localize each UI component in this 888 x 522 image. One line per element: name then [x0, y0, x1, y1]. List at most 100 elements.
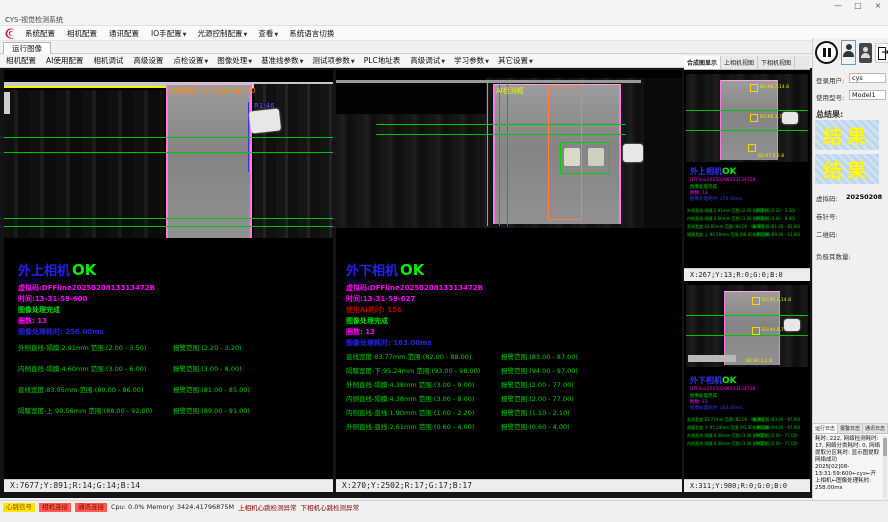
- measurement-text: 隔膜宽度-下:95.24mm 范围:(93.00 - 98.00): [346, 365, 480, 375]
- tab-strip: 运行图像: [0, 41, 888, 54]
- tool-other-settings[interactable]: 其它设置▼: [498, 55, 533, 66]
- mini-upper-camera-image[interactable]: B2:98.7,14.8 B2:98.3,7.1 B2:97.6,2.8: [686, 74, 808, 162]
- green-measure-line: [686, 315, 808, 316]
- mini-measurement-row: 隔膜宽度-下:95.24mm 范围:(93.00 - 98.00)报警范围:(9…: [687, 425, 808, 432]
- process-done-text: 图像处理完成: [18, 305, 60, 315]
- log-scrollbar-thumb[interactable]: [883, 438, 887, 456]
- bright-edge: [4, 92, 10, 114]
- mini-measurement-row: 内侧直线-隔膜:4.60mm 范围:(3.00 - 6.00)报警范围:(3.0…: [687, 216, 808, 223]
- login-user-button[interactable]: [841, 40, 856, 65]
- green-reference-line: [499, 82, 500, 226]
- defect-marker-box: [752, 297, 760, 305]
- operator-button[interactable]: [859, 43, 872, 63]
- mini-measurement-row: 直线宽度:83.77mm 范围:(82.00 - 88.00)报警范围:(83.…: [687, 417, 808, 424]
- tool-test-params[interactable]: 测试项参数▼: [312, 55, 354, 66]
- tool-learning-params[interactable]: 学习参数▼: [454, 55, 489, 66]
- tool-camera-debug[interactable]: 相机调试: [93, 55, 124, 66]
- cpu-memory-text: Cpu: 0.0% Memory: 3424.41796875M: [111, 503, 234, 511]
- log-tab-run[interactable]: 运行日志: [813, 424, 838, 433]
- alarm-range-text: 报警范围:(0.60 - 4.00): [501, 421, 570, 431]
- elapsed-text: 图像处理耗时: 183.00ms: [346, 338, 432, 348]
- minimize-button[interactable]: —: [832, 1, 844, 10]
- alarm-range-text: 报警范围:(81.00 - 85.00): [173, 384, 250, 394]
- tool-baseline-params[interactable]: 基准线参数▼: [261, 55, 303, 66]
- log-text: 耗时: 222, 网络检测耗时: 17, 网络分类耗时: 0, 网络提取分区耗时…: [815, 436, 881, 492]
- measurement-row: 隔膜宽度-下:95.24mm 范围:(93.00 - 98.00) 报警范围:(…: [346, 365, 678, 375]
- mini-measurement-row: 隔膜宽度-上:90.56mm 范围:(88.00 - 92.00)报警范围:(8…: [687, 232, 808, 239]
- menu-comm-config[interactable]: 通讯配置: [109, 28, 140, 39]
- middle-camera-panel: AI检测框 外下相机OK 输出点位: 虚拟码:DFFline2025020813…: [336, 70, 682, 492]
- needle-number-label: 卷针号:: [816, 211, 838, 221]
- defect-label: B2:97.6,2.8: [758, 154, 784, 159]
- menu-view[interactable]: 查看▼: [258, 28, 278, 39]
- mini-lower-camera-image[interactable]: B2:95.2,14.8 B2:94.8,7.1 B2:94.1,2.8: [686, 285, 808, 367]
- blue-overlay-label: R1:46: [254, 102, 275, 110]
- tab-connector: [249, 108, 281, 133]
- defect-label: B2:94.1,2.8: [746, 359, 772, 364]
- tab-run-image[interactable]: 运行图像: [3, 42, 51, 54]
- right-bottom-mini-panel: B2:95.2,14.8 B2:94.8,7.1 B2:94.1,2.8 外下相…: [684, 281, 810, 492]
- tool-camera-config[interactable]: 相机配置: [6, 55, 37, 66]
- tool-spot-check[interactable]: 点检设置▼: [173, 55, 208, 66]
- close-button[interactable]: ×: [872, 1, 884, 10]
- ai-box-overlay-label: AI检测框: [496, 86, 524, 96]
- tool-advanced-settings[interactable]: 高级设置: [133, 55, 164, 66]
- measurement-row: 外侧直线-隔膜:2.91mm 范围:(2.00 - 3.50) 报警范围:(2.…: [18, 342, 329, 352]
- model-label: 使用型号:: [816, 92, 844, 102]
- tab-lower-camera-view[interactable]: 下相机视图: [758, 56, 795, 69]
- virtual-code-value: 20250208: [846, 193, 882, 201]
- tab-connector: [784, 319, 800, 331]
- window-controls: — □ ×: [832, 1, 884, 10]
- log-tab-alarm[interactable]: 报警日志: [838, 424, 863, 433]
- menu-light-config[interactable]: 光源控制配置▼: [197, 28, 247, 39]
- menu-language-switch[interactable]: 系统语言切换: [289, 28, 335, 39]
- maximize-button[interactable]: □: [852, 1, 864, 10]
- measurement-text: 隔膜宽度-上:90.56mm 范围:(88.00 - 92.00): [18, 405, 152, 415]
- log-tab-comm[interactable]: 通讯日志: [863, 424, 888, 433]
- green-measure-line: [376, 124, 626, 125]
- alarm-range-text: 报警范围:(83.00 - 87.00): [501, 351, 578, 361]
- green-measure-line: [4, 137, 333, 138]
- result-badge-top: 结果: [815, 120, 879, 150]
- pause-button[interactable]: [815, 41, 838, 64]
- measurement-row: 直线宽度:83.05mm 范围:(80.00 - 86.00) 报警范围:(81…: [18, 384, 329, 394]
- mini-measurement-row: 内侧直线-隔膜:4.38mm 范围:(3.00 - 9.00)报警范围:(2.0…: [687, 441, 808, 448]
- tool-plc-table[interactable]: PLC地址表: [364, 55, 401, 66]
- left-camera-image[interactable]: 灰度阈值:93, 吻合阈值:100 R1:46: [4, 78, 333, 238]
- menu-system-config[interactable]: 系统配置: [25, 28, 56, 39]
- exit-button[interactable]: →: [875, 43, 888, 63]
- menu-camera-config[interactable]: 相机配置: [67, 28, 98, 39]
- tool-advanced-debug[interactable]: 高级调试▼: [410, 55, 445, 66]
- machinery-left: [4, 90, 164, 238]
- mini-barcode: DFFline2025020813313472B: [690, 387, 756, 392]
- alarm-range-text: 报警范围:(1.10 - 2.10): [501, 407, 570, 417]
- middle-panel-coordinates: X:270;Y:2502;R:17;G:17;B:17: [336, 479, 682, 492]
- right-top-coordinates: X:267;Y:13;R:0;G:0;B:0: [684, 268, 810, 281]
- login-user-field[interactable]: cys: [849, 73, 886, 83]
- log-scrollbar[interactable]: [883, 436, 887, 498]
- tool-image-processing[interactable]: 图像处理▼: [217, 55, 252, 66]
- middle-camera-image[interactable]: AI检测框: [336, 78, 682, 228]
- defect-label: B2:98.7,14.8: [760, 85, 789, 90]
- menu-bar: 系统配置 相机配置 通讯配置 IO手配置▼ 光源控制配置▼ 查看▼ 系统语言切换: [0, 26, 888, 41]
- right-view-tabs: 合成图显示 上相机视图 下相机视图: [684, 56, 810, 70]
- measurement-row: 外侧直线-直线:2.61mm 范围:(0.60 - 4.00) 报警范围:(0.…: [346, 421, 678, 431]
- ai-elapsed-text: 使用AI耗时: 156: [346, 305, 402, 315]
- model-field[interactable]: Model1: [849, 90, 886, 100]
- tab-composite-view[interactable]: 合成图显示: [684, 56, 721, 69]
- comm-connection-badge: 通讯连接: [75, 503, 107, 512]
- tab-connector: [782, 112, 798, 124]
- alarm-range-text: 报警范围:(2.00 - 77.00): [501, 393, 574, 403]
- tool-ai-config[interactable]: AI使用配置: [46, 55, 84, 66]
- dark-right-column: [644, 78, 682, 228]
- tab-upper-camera-view[interactable]: 上相机视图: [721, 56, 758, 69]
- measurement-row: 内侧直线-隔膜:4.60mm 范围:(3.00 - 6.00) 报警范围:(3.…: [18, 363, 329, 373]
- mini-result-title: 外上相机OK: [690, 166, 737, 177]
- elapsed-text: 图像处理耗时: 256.00ms: [18, 327, 104, 337]
- menu-io-config[interactable]: IO手配置▼: [151, 28, 186, 39]
- mini-barcode: DFFline2025020813313472B: [690, 178, 756, 183]
- lower-camera-heartbeat-text: 下相机心跳检测异常: [301, 502, 360, 512]
- measurement-text: 内侧直线-隔膜:4.38mm 范围:(3.00 - 9.00): [346, 393, 474, 403]
- login-user-label: 登录用户:: [816, 75, 844, 85]
- defect-marker-box: [752, 327, 760, 335]
